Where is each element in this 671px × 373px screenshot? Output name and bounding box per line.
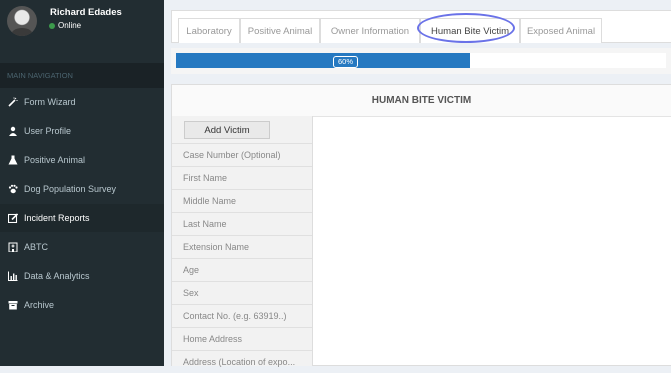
sidebar-item-label: Data & Analytics [24,271,90,281]
archive-icon [7,300,18,311]
progress-wrapper: 60% [171,48,671,74]
user-status-label: Online [58,21,82,30]
sidebar-item-form-wizard[interactable]: Form Wizard [0,88,164,116]
tab-exposed-animal[interactable]: Exposed Animal [520,18,602,43]
victim-list-column: Add Victim Case Number (Optional) First … [172,116,313,367]
field-middle-name[interactable]: Middle Name [172,189,312,212]
online-dot-icon [49,22,55,29]
field-home-address[interactable]: Home Address [172,327,312,350]
sidebar-item-label: Archive [24,300,55,310]
progress-label: 60% [333,56,359,68]
field-case-number[interactable]: Case Number (Optional) [172,143,312,166]
sidebar-item-label: User Profile [24,126,72,136]
sidebar-item-user-profile[interactable]: User Profile [0,117,164,145]
user-status: Online [49,21,81,30]
field-contact-number[interactable]: Contact No. (e.g. 63919..) [172,304,312,327]
progress-track: 60% [176,53,666,68]
paw-icon [7,184,18,195]
nav-header: MAIN NAVIGATION [0,63,164,88]
avatar [7,6,37,36]
hospital-icon [7,242,18,253]
sidebar-item-label: Incident Reports [24,213,90,223]
sidebar-item-label: Form Wizard [24,97,76,107]
tab-laboratory[interactable]: Laboratory [178,18,240,43]
sidebar-item-label: Dog Population Survey [24,184,117,194]
section-title: HUMAN BITE VICTIM [172,85,671,117]
field-first-name[interactable]: First Name [172,166,312,189]
flask-icon [7,155,18,166]
field-exposure-address[interactable]: Address (Location of expo... [172,350,312,373]
sidebar-item-archive[interactable]: Archive [0,291,164,319]
sidebar-item-dog-population-survey[interactable]: Dog Population Survey [0,175,164,203]
user-profile-icon [7,126,18,137]
progress-bar: 60% [176,53,470,68]
field-last-name[interactable]: Last Name [172,212,312,235]
sidebar-item-incident-reports[interactable]: Incident Reports [0,204,164,232]
victim-section: HUMAN BITE VICTIM Add Victim Case Number… [171,84,671,367]
active-tab-highlight [417,13,515,43]
main-content: Laboratory Positive Animal Owner Informa… [164,0,671,367]
sidebar-item-abtc[interactable]: ABTC [0,233,164,261]
field-extension-name[interactable]: Extension Name [172,235,312,258]
tab-positive-animal[interactable]: Positive Animal [240,18,320,43]
add-victim-button[interactable]: Add Victim [184,121,270,139]
tab-owner-information[interactable]: Owner Information [320,18,420,43]
bar-chart-icon [7,271,18,282]
sidebar: Richard Edades Online MAIN NAVIGATION Fo… [0,0,164,366]
sidebar-item-positive-animal[interactable]: Positive Animal [0,146,164,174]
user-name: Richard Edades [50,7,122,18]
user-panel: Richard Edades Online [0,0,164,44]
field-sex[interactable]: Sex [172,281,312,304]
field-age[interactable]: Age [172,258,312,281]
sidebar-item-data-analytics[interactable]: Data & Analytics [0,262,164,290]
wand-icon [7,97,18,108]
sidebar-item-label: ABTC [24,242,49,252]
sidebar-item-label: Positive Animal [24,155,86,165]
edit-icon [7,213,18,224]
